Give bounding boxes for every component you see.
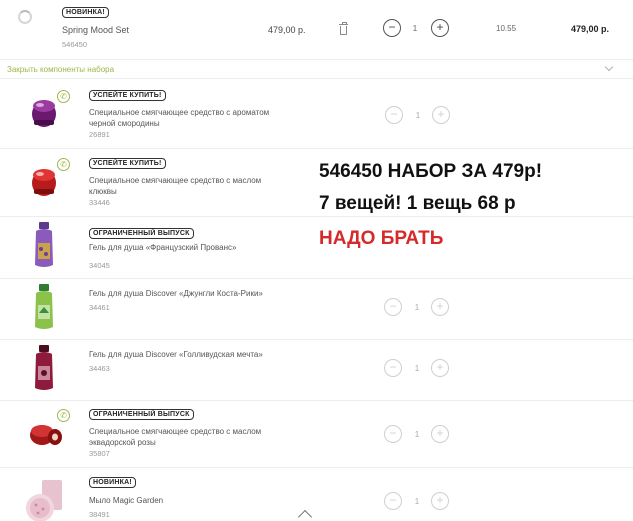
promo-line-2: 7 вещей! 1 вещь 68 р — [319, 193, 516, 214]
hurry-badge: УСПЕЙТЕ КУПИТЬ! — [89, 90, 166, 101]
component-item: ✆ ОГРАНИЧЕННЫЙ ВЫПУСК Специальное смягча… — [0, 401, 633, 467]
phone-icon: ✆ — [57, 158, 70, 171]
rose-jar-product — [30, 425, 62, 445]
decrease-qty-button[interactable]: − — [384, 425, 402, 443]
qty-value[interactable]: 1 — [405, 24, 425, 33]
component-title[interactable]: Специальное смягчающее средство с маслом — [89, 175, 261, 186]
points-value: 10.55 — [496, 24, 517, 33]
component-item: Гель для душа Discover «Голливудская меч… — [0, 340, 633, 400]
increase-qty-button[interactable]: + — [431, 298, 449, 316]
phone-icon: ✆ — [57, 90, 70, 103]
cart-item-set: НОВИНКА! Spring Mood Set 546450 479,00 р… — [0, 0, 633, 60]
qty-value: 1 — [414, 430, 420, 439]
component-title[interactable]: Гель для душа Discover «Джунгли Коста-Ри… — [89, 288, 263, 299]
component-title-line2[interactable]: эквадорской розы — [89, 437, 156, 448]
qty-value: 1 — [415, 111, 421, 120]
decrease-qty-button[interactable]: − — [384, 492, 402, 510]
component-title[interactable]: Специальное смягчающее средство с маслом — [89, 426, 261, 437]
chevron-down-icon[interactable] — [604, 62, 614, 72]
component-item: ОГРАНИЧЕННЫЙ ВЫПУСК Гель для душа «Франц… — [0, 217, 633, 278]
component-code: 26891 — [89, 130, 110, 139]
decrease-qty-button[interactable]: − — [383, 19, 401, 37]
lavender-bottle-product — [35, 222, 53, 267]
increase-qty-button[interactable]: + — [431, 425, 449, 443]
component-code: 34461 — [89, 303, 110, 312]
component-title[interactable]: Гель для душа Discover «Голливудская меч… — [89, 349, 263, 360]
component-code: 38491 — [89, 510, 110, 519]
qty-value: 1 — [414, 497, 420, 506]
promo-line-1: 546450 НАБОР ЗА 479р! — [319, 161, 543, 182]
burgundy-bottle-product — [35, 345, 53, 390]
item-price: 479,00 р. — [268, 25, 306, 35]
component-title[interactable]: Мыло Magic Garden — [89, 495, 163, 506]
qty-value: 1 — [414, 303, 420, 312]
item-total: 479,00 р. — [571, 24, 610, 34]
phone-icon: ✆ — [57, 409, 70, 422]
new-badge: НОВИНКА! — [62, 7, 109, 18]
component-item: Гель для душа Discover «Джунгли Коста-Ри… — [0, 279, 633, 339]
divider — [0, 78, 633, 79]
limited-badge: ОГРАНИЧЕННЫЙ ВЫПУСК — [89, 409, 194, 420]
decrease-qty-button[interactable]: − — [384, 298, 402, 316]
purple-jar-product — [32, 100, 56, 127]
red-jar-product — [32, 169, 56, 196]
hurry-badge: УСПЕЙТЕ КУПИТЬ! — [89, 158, 166, 169]
item-code: 546450 — [62, 40, 88, 49]
decrease-qty-button[interactable]: − — [384, 359, 402, 377]
promo-line-3: НАДО БРАТЬ — [319, 228, 444, 249]
component-title-line2[interactable]: черной смородины — [89, 118, 160, 129]
collapse-components-link[interactable]: Закрыть компоненты набора — [7, 65, 114, 74]
trash-icon[interactable] — [339, 22, 348, 35]
soap-product — [26, 480, 62, 521]
green-bottle-product — [35, 284, 53, 329]
component-code: 34463 — [89, 364, 110, 373]
increase-qty-button[interactable]: + — [432, 106, 450, 124]
increase-qty-button[interactable]: + — [431, 359, 449, 377]
component-code: 34045 — [89, 261, 110, 270]
component-code: 35807 — [89, 449, 110, 458]
loading-spinner-icon — [18, 10, 32, 24]
increase-qty-button[interactable]: + — [431, 19, 449, 37]
component-code: 33446 — [89, 198, 110, 207]
component-title-line2[interactable]: клюквы — [89, 186, 117, 197]
component-title[interactable]: Специальное смягчающее средство с аромат… — [89, 107, 269, 118]
qty-value: 1 — [414, 364, 420, 373]
increase-qty-button[interactable]: + — [431, 492, 449, 510]
item-title[interactable]: Spring Mood Set — [62, 25, 129, 36]
divider — [0, 59, 633, 60]
component-item: ✆ УСПЕЙТЕ КУПИТЬ! Специальное смягчающее… — [0, 80, 633, 148]
limited-badge: ОГРАНИЧЕННЫЙ ВЫПУСК — [89, 228, 194, 239]
component-item: НОВИНКА! Мыло Magic Garden 38491 − 1 + — [0, 468, 633, 521]
component-title[interactable]: Гель для душа «Французский Прованс» — [89, 242, 236, 253]
decrease-qty-button[interactable]: − — [385, 106, 403, 124]
new-badge: НОВИНКА! — [89, 477, 136, 488]
